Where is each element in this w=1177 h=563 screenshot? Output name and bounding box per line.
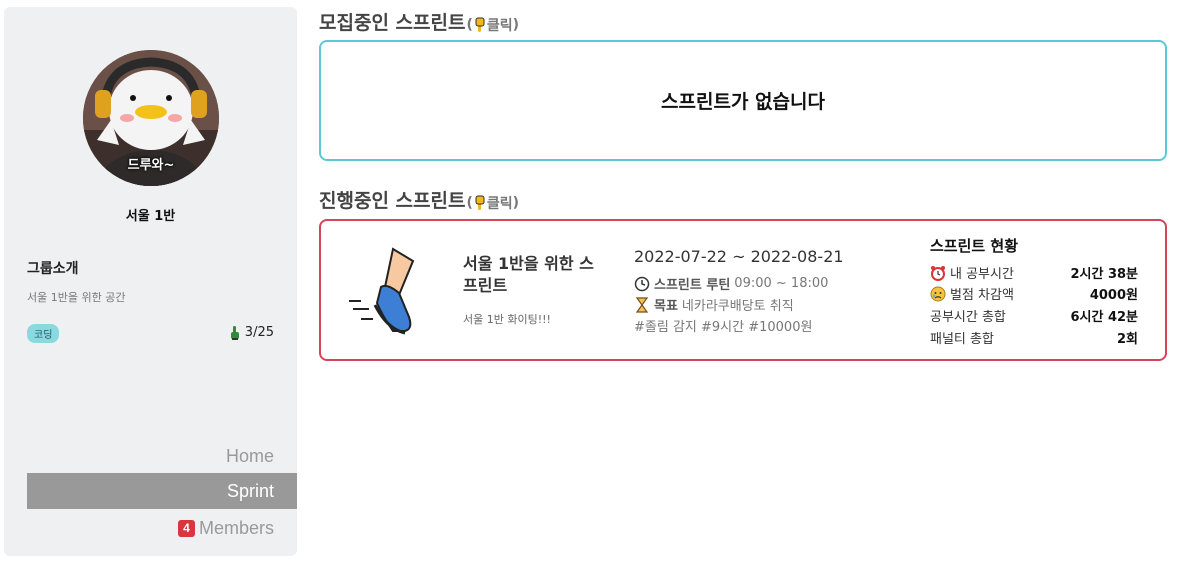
total-penalty-label: 패널티 총합 <box>930 332 994 347</box>
sprint-tags: #졸림 감지 #9시간 #10000원 <box>634 320 813 335</box>
penalty-amount-label: 벌점 차감액 <box>950 288 1014 303</box>
avatar-caption: 드루와~ <box>127 158 175 173</box>
group-avatar: 드루와~ <box>83 50 219 186</box>
running-shoe-icon <box>347 247 419 335</box>
sprint-subtitle: 서울 1반 화이팅!!! <box>463 313 551 326</box>
recruiting-click-hint[interactable]: ( 클릭) <box>466 15 519 35</box>
members-badge: 4 <box>177 520 195 537</box>
goal-label: 목표 <box>654 299 678 314</box>
goal-text: 네카라쿠배당토 취직 <box>681 299 794 314</box>
routine-label: 스프린트 루틴 <box>654 278 731 293</box>
group-name: 서울 1반 <box>125 209 176 224</box>
penalty-amount-row: 벌점 차감액 4000원 <box>930 284 1138 303</box>
total-study-time-label: 공부시간 총합 <box>930 310 1006 325</box>
total-study-time-row: 공부시간 총합 6시간 42분 <box>930 306 1138 325</box>
ongoing-section-title: 진행중인 스프린트 ( 클릭) <box>319 186 519 213</box>
recruiting-click-label: 클릭 <box>486 18 513 34</box>
ongoing-title-text: 진행중인 스프린트 <box>319 190 466 212</box>
pointing-hand-icon <box>473 195 487 211</box>
recruiting-sprint-box[interactable]: 스프린트가 없습니다 <box>319 40 1167 161</box>
raised-hand-icon <box>229 325 241 340</box>
no-sprint-message: 스프린트가 없습니다 <box>661 91 825 113</box>
my-study-time-row: 내 공부시간 2시간 38분 <box>930 263 1138 282</box>
clock-icon <box>634 276 650 292</box>
recruiting-section-title: 모집중인 스프린트 ( 클릭) <box>319 8 519 35</box>
sprint-goal: 목표 네카라쿠배당토 취직 <box>634 295 794 314</box>
total-study-time-value: 6시간 42분 <box>1070 310 1138 325</box>
sad-face-icon <box>930 286 946 302</box>
category-tag: 코딩 <box>27 324 60 343</box>
total-penalty-row: 패널티 총합 2회 <box>930 328 1138 347</box>
group-intro-title: 그룹소개 <box>27 261 79 277</box>
my-study-time-label: 내 공부시간 <box>950 267 1014 282</box>
group-sidebar: 드루와~ 서울 1반 그룹소개 서울 1반을 위한 공간 코딩 3/25 Hom… <box>4 7 297 556</box>
routine-time: 09:00 ~ 18:00 <box>734 276 829 291</box>
recruiting-title-text: 모집중인 스프린트 <box>319 12 466 34</box>
total-penalty-value: 2회 <box>1116 332 1138 347</box>
sprint-dates: 2022-07-22 ~ 2022-08-21 <box>634 247 844 266</box>
member-count: 3/25 <box>229 325 274 340</box>
nav-members-label: Members <box>198 518 274 538</box>
ongoing-click-label: 클릭 <box>486 196 513 212</box>
nav-sprint[interactable]: Sprint <box>27 473 297 509</box>
alarm-clock-icon <box>930 265 946 281</box>
pointing-hand-icon <box>473 17 487 33</box>
hourglass-icon <box>634 296 650 313</box>
nav-home[interactable]: Home <box>27 438 297 474</box>
nav-members[interactable]: 4 Members <box>27 510 297 546</box>
ongoing-sprint-card[interactable]: 서울 1반을 위한 스프린트 서울 1반 화이팅!!! 2022-07-22 ~… <box>319 219 1167 361</box>
sprint-status-title: 스프린트 현황 <box>930 237 1019 255</box>
member-count-value: 3/25 <box>244 325 274 340</box>
sprint-name: 서울 1반을 위한 스프린트 <box>463 254 594 295</box>
my-study-time-value: 2시간 38분 <box>1070 267 1138 282</box>
ongoing-click-hint[interactable]: ( 클릭) <box>466 193 519 213</box>
sprint-routine: 스프린트 루틴 09:00 ~ 18:00 <box>634 274 828 293</box>
penalty-amount-value: 4000원 <box>1089 288 1138 303</box>
group-intro-description: 서울 1반을 위한 공간 <box>27 291 126 304</box>
